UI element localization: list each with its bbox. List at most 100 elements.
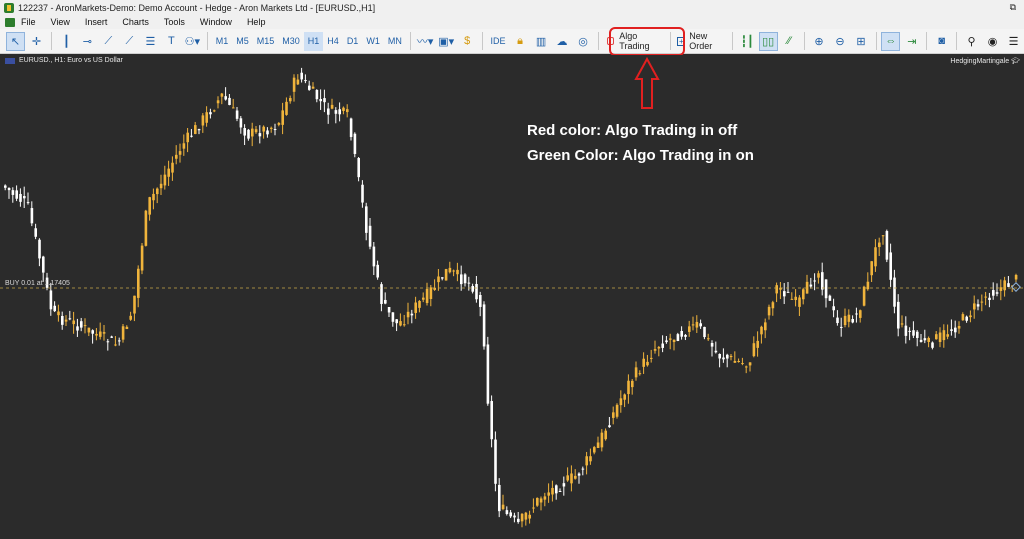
- candle-body: [490, 401, 493, 440]
- candle-body: [840, 326, 843, 328]
- menu-app-icon[interactable]: [5, 17, 15, 27]
- trend-line-icon[interactable]: ⟋: [99, 32, 118, 51]
- candle-body: [95, 333, 98, 336]
- candle-body: [277, 122, 281, 125]
- timeframe-m1[interactable]: M1: [212, 32, 233, 51]
- menu-view[interactable]: View: [51, 17, 70, 27]
- menu-window[interactable]: Window: [200, 17, 232, 27]
- timeframe-m15[interactable]: M15: [253, 32, 279, 51]
- annotation-line-2: Green Color: Algo Trading in on: [527, 147, 754, 164]
- candle-body: [140, 245, 144, 271]
- candle-body: [34, 228, 37, 237]
- candle-body: [19, 193, 22, 202]
- zoom-in-icon[interactable]: ⊕: [810, 32, 829, 51]
- candle-body: [323, 98, 326, 103]
- candle-body: [498, 484, 501, 512]
- timeframe-w1[interactable]: W1: [362, 32, 384, 51]
- candle-body: [26, 202, 30, 204]
- candle-body: [847, 314, 851, 322]
- toolbar-separator: [875, 32, 877, 50]
- auto-scroll-icon[interactable]: ⇔: [881, 31, 901, 51]
- hamburger-menu-icon[interactable]: ☰: [1004, 32, 1023, 51]
- candle-body: [15, 190, 18, 199]
- fibonacci-icon[interactable]: ☰: [141, 32, 160, 51]
- candle-body: [190, 135, 193, 137]
- new-order-label: New Order: [689, 31, 713, 51]
- channel-icon[interactable]: ⟋: [120, 32, 139, 51]
- indicators-icon[interactable]: 〰▾: [416, 32, 435, 51]
- candle-body: [475, 283, 478, 300]
- vps-cloud-icon[interactable]: ☁: [553, 32, 572, 51]
- candle-body: [144, 210, 148, 246]
- ide-button[interactable]: IDE: [487, 32, 510, 51]
- candle-body: [551, 487, 554, 495]
- menu-file[interactable]: File: [21, 17, 36, 27]
- search-icon[interactable]: ⚲: [962, 32, 981, 51]
- candle-body: [593, 447, 596, 453]
- candle-body: [418, 300, 421, 308]
- candle-body: [714, 350, 718, 353]
- candle-body: [118, 340, 121, 342]
- templates-icon[interactable]: ▣▾: [437, 32, 456, 51]
- vertical-line-icon[interactable]: ┃: [57, 32, 76, 51]
- market-icon[interactable]: $: [458, 32, 477, 51]
- crosshair-icon[interactable]: ✛: [27, 32, 46, 51]
- candle-body: [91, 330, 94, 334]
- menu-help[interactable]: Help: [247, 17, 266, 27]
- candle-body: [57, 311, 60, 316]
- candlestick-chart-icon[interactable]: ▯▯: [758, 31, 778, 51]
- timeframe-m30[interactable]: M30: [278, 32, 304, 51]
- candle-body: [976, 304, 980, 307]
- menu-charts[interactable]: Charts: [122, 17, 149, 27]
- lock-icon[interactable]: 🔒︎: [511, 32, 530, 51]
- candle-body: [870, 261, 873, 276]
- screenshot-icon[interactable]: ◙: [932, 32, 951, 51]
- shapes-icon[interactable]: ⚇▾: [183, 32, 202, 51]
- price-chart[interactable]: [0, 55, 1024, 539]
- ea-name: HedgingMartingale: [950, 58, 1010, 65]
- candle-body: [517, 518, 520, 522]
- tile-windows-icon[interactable]: ⊞: [852, 32, 871, 51]
- candle-body: [441, 277, 444, 279]
- candle-body: [832, 306, 835, 311]
- account-icon[interactable]: ◉: [983, 32, 1002, 51]
- candle-body: [205, 112, 208, 123]
- chart-shift-icon[interactable]: ⇥: [902, 32, 921, 51]
- candle-body: [175, 154, 178, 159]
- toolbar-separator: [926, 32, 928, 50]
- restore-window-icon[interactable]: ⧉: [1010, 2, 1016, 13]
- timeframe-h1[interactable]: H1: [303, 31, 324, 51]
- candle-body: [456, 269, 459, 275]
- candle-body: [783, 291, 786, 297]
- candle-body: [258, 133, 262, 137]
- timeframe-h4[interactable]: H4: [323, 32, 343, 51]
- bar-chart-icon[interactable]: ┇┃: [738, 32, 757, 51]
- candle-body: [102, 332, 106, 334]
- menu-insert[interactable]: Insert: [85, 17, 108, 27]
- horizontal-line-icon[interactable]: ⊸: [78, 32, 97, 51]
- cursor-icon[interactable]: ↖: [6, 31, 26, 51]
- candle-body: [262, 126, 265, 132]
- candle-body: [171, 162, 174, 173]
- candle-body: [163, 174, 167, 186]
- line-chart-icon[interactable]: ⁄⁄: [780, 32, 799, 51]
- menu-tools[interactable]: Tools: [164, 17, 185, 27]
- zoom-out-icon[interactable]: ⊖: [831, 32, 850, 51]
- toolbar-separator: [206, 32, 208, 50]
- timeframe-d1[interactable]: D1: [343, 32, 363, 51]
- candle-body: [729, 355, 733, 358]
- candle-body: [935, 334, 938, 340]
- candle-body: [376, 264, 379, 278]
- candle-body: [463, 274, 467, 284]
- text-tool-icon[interactable]: T: [162, 32, 181, 51]
- webinars-icon[interactable]: ◎: [574, 32, 593, 51]
- candle-body: [513, 515, 516, 518]
- candle-body: [319, 98, 322, 102]
- chart-symbol-label: EURUSD., H1: Euro vs US Dollar: [5, 57, 123, 64]
- signals-icon[interactable]: ▥: [532, 32, 551, 51]
- timeframe-m5[interactable]: M5: [232, 32, 253, 51]
- candle-body: [395, 319, 398, 324]
- expert-advisor-label[interactable]: HedgingMartingale 🎓︎: [950, 57, 1020, 65]
- candle-body: [881, 235, 885, 237]
- timeframe-mn[interactable]: MN: [384, 32, 406, 51]
